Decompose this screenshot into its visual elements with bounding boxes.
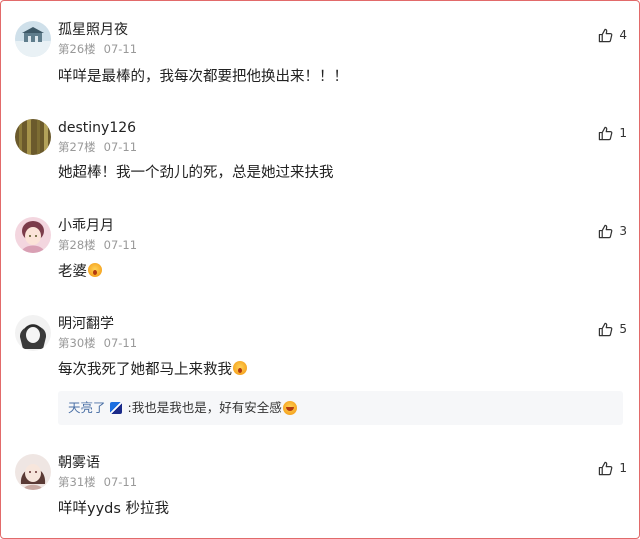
like-count: 1: [619, 461, 627, 475]
username[interactable]: 小乖月月: [58, 217, 114, 235]
surprised-emoji-icon: [88, 263, 102, 277]
avatar[interactable]: [15, 119, 51, 155]
comment-meta: 第31楼 07-11: [58, 475, 137, 490]
reply-username[interactable]: 天亮了: [68, 399, 106, 417]
thumbs-up-icon: [599, 461, 613, 475]
username[interactable]: 朝雾语: [58, 454, 100, 472]
comment-list-panel: 孤星照月夜 第26楼 07-11 4 咩咩是最棒的，我每次都要把他换出来！！！ d…: [0, 0, 640, 539]
comment-date: 07-11: [103, 140, 138, 154]
username[interactable]: destiny126: [58, 119, 136, 137]
thumbs-up-icon: [599, 126, 613, 140]
thumbs-up-icon: [599, 322, 613, 336]
like-count: 5: [619, 322, 627, 336]
comment-text: 她超棒！我一个劲儿的死，总是她过来扶我: [58, 165, 334, 181]
reply-content: 天亮了 :我也是我也是，好有安全感: [68, 399, 297, 417]
surprised-emoji-icon: [233, 361, 247, 375]
comment-meta: 第26楼 07-11: [58, 42, 137, 57]
avatar[interactable]: [15, 217, 51, 253]
like-count: 3: [619, 224, 627, 238]
reply-box[interactable]: 天亮了 :我也是我也是，好有安全感: [58, 391, 623, 425]
like-button[interactable]: 4: [598, 27, 627, 43]
comment-meta: 第27楼 07-11: [58, 140, 137, 155]
comment-text-content: 每次我死了她都马上来救我: [58, 362, 232, 378]
comment-date: 07-11: [103, 238, 138, 252]
username[interactable]: 孤星照月夜: [58, 21, 128, 39]
username[interactable]: 明河翻学: [58, 315, 114, 333]
comment-date: 07-11: [103, 42, 138, 56]
laughing-emoji-icon: [282, 401, 297, 415]
comment-meta: 第28楼 07-11: [58, 238, 137, 253]
comment-text: 老婆: [58, 262, 102, 282]
like-button[interactable]: 3: [598, 223, 627, 239]
comment-text-content: 老婆: [58, 264, 87, 280]
like-count: 4: [619, 28, 627, 42]
comment-date: 07-11: [103, 475, 138, 489]
like-button[interactable]: 1: [598, 125, 627, 141]
comment-text: 咩咩是最棒的，我每次都要把他换出来！！！: [58, 69, 348, 85]
avatar[interactable]: [15, 454, 51, 490]
thumbs-up-icon: [599, 224, 613, 238]
comment-date: 07-11: [103, 336, 138, 350]
floor-number: 第26楼: [58, 42, 96, 56]
comment-text: 咩咩yyds 秒拉我: [58, 501, 170, 517]
avatar[interactable]: [15, 315, 51, 351]
floor-number: 第27楼: [58, 140, 96, 154]
comment-meta: 第30楼 07-11: [58, 336, 137, 351]
floor-number: 第28楼: [58, 238, 96, 252]
floor-number: 第31楼: [58, 475, 96, 489]
reply-text: :我也是我也是，好有安全感: [127, 400, 282, 415]
avatar[interactable]: [15, 21, 51, 57]
user-badge-icon: [109, 402, 122, 414]
like-button[interactable]: 5: [598, 321, 627, 337]
thumbs-up-icon: [599, 28, 613, 42]
like-count: 1: [619, 126, 627, 140]
floor-number: 第30楼: [58, 336, 96, 350]
like-button[interactable]: 1: [598, 460, 627, 476]
comment-text: 每次我死了她都马上来救我: [58, 360, 247, 380]
